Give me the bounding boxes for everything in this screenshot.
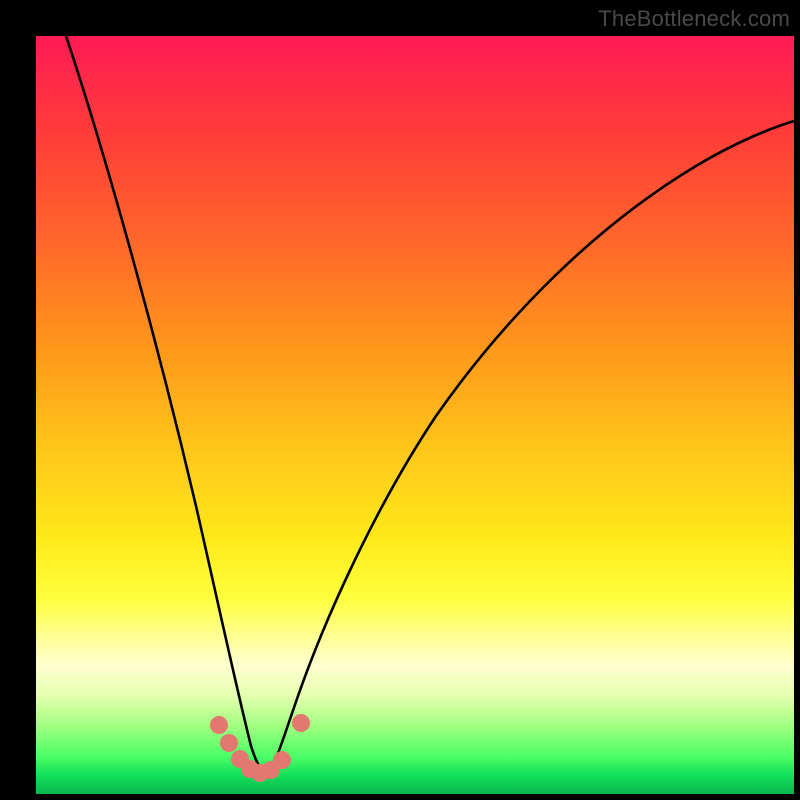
plot-area: [36, 36, 794, 794]
curve-markers: [210, 714, 310, 782]
bottleneck-curve: [36, 36, 794, 794]
marker-dot: [220, 734, 238, 752]
marker-dot: [210, 716, 228, 734]
watermark-text: TheBottleneck.com: [598, 6, 790, 32]
marker-dot: [292, 714, 310, 732]
curve-path: [66, 36, 794, 772]
marker-dot: [273, 751, 291, 769]
chart-frame: TheBottleneck.com: [0, 0, 800, 800]
